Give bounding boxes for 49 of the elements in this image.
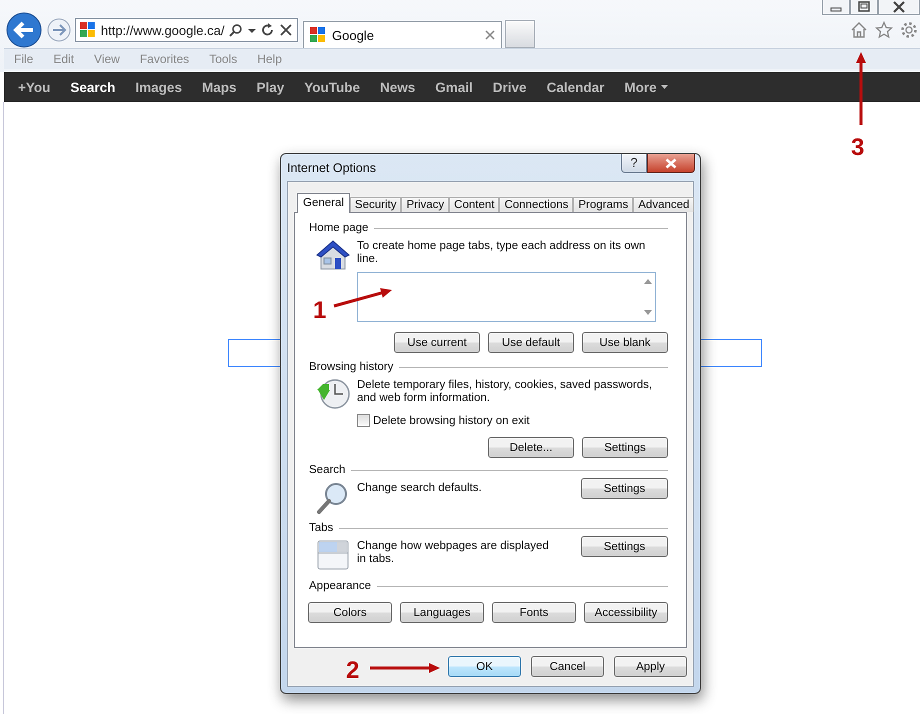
dialog-button[interactable]: Apply <box>614 656 687 677</box>
dialog-tab[interactable]: Security <box>350 197 402 212</box>
dialog-tab[interactable]: Advanced <box>633 197 694 212</box>
dialog-title: Internet Options <box>286 160 377 175</box>
dialog-button[interactable]: Use current <box>394 332 480 353</box>
nav-link[interactable]: Drive <box>482 80 537 94</box>
nav-link[interactable]: YouTube <box>294 80 370 94</box>
nav-link[interactable]: Gmail <box>425 80 483 94</box>
browser-tab[interactable]: Google <box>303 21 502 48</box>
section-heading: Appearance <box>309 580 372 592</box>
callout-number: 3 <box>851 134 864 161</box>
section-heading: Search <box>309 464 346 476</box>
dialog-button[interactable]: Settings <box>581 536 668 557</box>
nav-link[interactable]: Maps <box>192 80 246 94</box>
dialog-button[interactable]: Fonts <box>492 602 576 623</box>
dialog-button[interactable]: Use blank <box>582 332 668 353</box>
dialog-button[interactable]: Settings <box>581 478 668 499</box>
dialog-button[interactable]: Accessibility <box>584 602 668 623</box>
dialog-button[interactable]: Languages <box>400 602 484 623</box>
dialog-button[interactable]: Cancel <box>531 656 604 677</box>
section-heading: Tabs <box>309 522 334 534</box>
dialog-button[interactable]: OK <box>448 656 521 677</box>
dialog-tab[interactable]: Programs <box>573 197 634 212</box>
dialog-tab[interactable]: Connections <box>499 197 574 212</box>
callout-number: 2 <box>346 657 360 684</box>
nav-link[interactable]: Calendar <box>536 80 614 94</box>
help-button[interactable]: ? <box>621 154 647 173</box>
nav-link[interactable]: +You <box>8 80 60 94</box>
section-description: Change how webpages are displayed in tabs. <box>357 540 550 566</box>
checkbox-label: Delete browsing history on exit <box>373 414 530 426</box>
nav-link[interactable]: Images <box>125 80 192 94</box>
nav-link[interactable]: Play <box>246 80 294 94</box>
section-description: Change search defaults. <box>357 482 483 495</box>
section-description: Delete temporary files, history, cookies, saved passwords, and web form information. <box>357 379 654 405</box>
dialog-tab[interactable]: General <box>297 193 350 213</box>
section-heading: Browsing history <box>309 361 394 373</box>
section-heading: Home page <box>309 222 368 234</box>
section-description: To create home page tabs, type each address on its own line. <box>357 240 646 266</box>
dialog-button[interactable]: Use default <box>488 332 574 353</box>
dialog-button[interactable]: Colors <box>308 602 392 623</box>
dialog-button[interactable]: Settings <box>582 437 668 458</box>
dialog-tab[interactable]: Privacy <box>401 197 450 212</box>
dialog-tab[interactable]: Content <box>449 197 500 212</box>
callout-number: 1 <box>313 297 326 324</box>
nav-link[interactable]: News <box>370 80 426 94</box>
address-bar[interactable]: http://www.google.ca/ <box>75 18 298 42</box>
nav-link[interactable]: Search <box>60 80 126 94</box>
nav-link[interactable]: More <box>614 80 678 94</box>
dialog-button[interactable]: Delete... <box>488 437 574 458</box>
